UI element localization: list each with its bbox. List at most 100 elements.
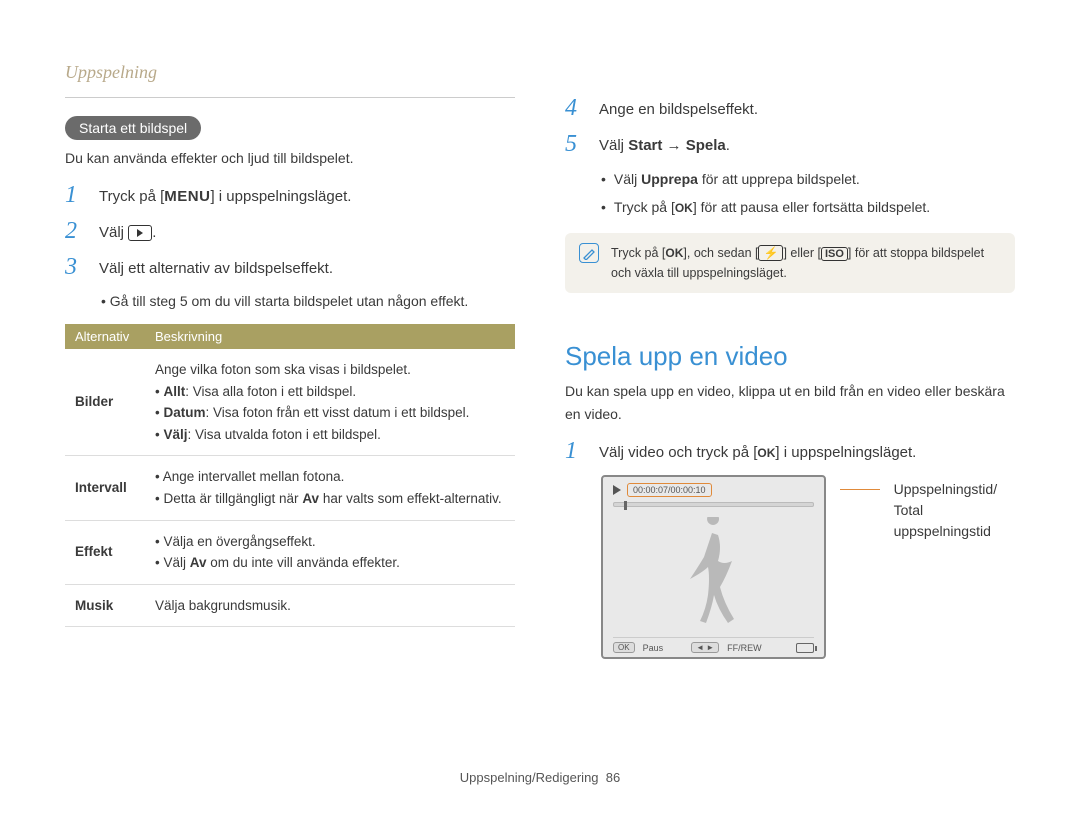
step-1: 1 Tryck på [MENU] i uppspelningsläget. — [65, 183, 515, 209]
page-footer: Uppspelning/Redigering 86 — [0, 770, 1080, 785]
text: : Visa utvalda foton i ett bildspel. — [188, 427, 381, 442]
text: Välj — [163, 555, 189, 570]
iso-icon: ISO — [821, 247, 848, 261]
text: ] i uppspelningsläget. — [775, 444, 916, 461]
text: ] i uppspelningsläget. — [210, 188, 351, 205]
text: Välj — [614, 171, 641, 187]
step-number: 1 — [565, 439, 585, 463]
step-text: Välj Start → Spela. — [599, 132, 730, 158]
list-item: Allt: Visa alla foton i ett bildspel. — [155, 381, 505, 403]
table-row: Musik Välja bakgrundsmusik. — [65, 584, 515, 627]
step-5: 5 Välj Start → Spela. — [565, 132, 1015, 158]
opt-name: Effekt — [65, 520, 145, 584]
list-item: Välj: Visa utvalda foton i ett bildspel. — [155, 424, 505, 446]
lcd-screen: 00:00:07/00:00:10 OK Paus ◄ ► FF/REW — [601, 475, 826, 659]
callout-line — [840, 489, 880, 659]
bold: Av — [190, 555, 207, 570]
paus-label: Paus — [643, 643, 664, 653]
text: . — [726, 137, 730, 154]
opt-desc: Ange vilka foton som ska visas i bildspe… — [145, 349, 515, 456]
text: : Visa foton från ett visst datum i ett … — [206, 405, 470, 420]
battery-icon — [796, 643, 814, 653]
play-mode-icon — [128, 225, 152, 241]
subheading-pill: Starta ett bildspel — [65, 116, 201, 140]
section-header: Uppspelning — [65, 62, 515, 83]
play-icon — [613, 485, 621, 495]
sub-bullet: Gå till steg 5 om du vill starta bildspe… — [101, 291, 515, 312]
opt-desc: Välja bakgrundsmusik. — [145, 584, 515, 627]
list-item: Välj Upprepa för att upprepa bildspelet. — [601, 168, 1015, 190]
bold: Datum — [163, 405, 205, 420]
text: Välj — [599, 137, 628, 154]
progress-bar — [613, 502, 814, 507]
bold: Spela — [686, 137, 726, 154]
bold: Välj — [163, 427, 187, 442]
steps-list: 4 Ange en bildspelseffekt. 5 Välj Start … — [565, 96, 1015, 293]
list-item: Tryck på [OK] för att pausa eller fortsä… — [601, 196, 1015, 218]
ffrew-label: FF/REW — [727, 643, 762, 653]
text: Tryck på [ — [99, 188, 164, 205]
th-beskrivning: Beskrivning — [145, 324, 515, 349]
opt-name: Intervall — [65, 456, 145, 520]
step-text: Tryck på [MENU] i uppspelningsläget. — [99, 183, 351, 209]
flash-icon: ⚡ — [758, 245, 783, 261]
bold: Start — [628, 137, 662, 154]
list-item: Datum: Visa foton från ett visst datum i… — [155, 402, 505, 424]
note-text: Tryck på [OK], och sedan [⚡] eller [ISO]… — [611, 243, 1001, 284]
bold: Upprepa — [641, 171, 698, 187]
lcd-content — [613, 507, 814, 637]
page-number: 86 — [606, 770, 620, 785]
ok-icon: OK — [675, 201, 693, 215]
opt-name: Bilder — [65, 349, 145, 456]
list-item: Välj Av om du inte vill använda effekter… — [155, 552, 505, 574]
table-row: Intervall Ange intervallet mellan fotona… — [65, 456, 515, 520]
step-number: 5 — [565, 132, 585, 156]
section-desc: Du kan spela upp en video, klippa ut en … — [565, 380, 1015, 425]
ok-chip: OK — [613, 642, 635, 653]
intro-text: Du kan använda effekter och ljud till bi… — [65, 148, 515, 169]
list-item: Ange intervallet mellan fotona. — [155, 466, 505, 488]
list-item: Välja en övergångseffekt. — [155, 531, 505, 553]
divider — [65, 97, 515, 98]
step-3: 3 Välj ett alternativ av bildspelseffekt… — [65, 255, 515, 281]
lcd-bottombar: OK Paus ◄ ► FF/REW — [613, 637, 814, 653]
text: har valts som effekt-alternativ. — [319, 491, 502, 506]
spacer — [565, 62, 1015, 95]
arrows-chip: ◄ ► — [691, 642, 719, 653]
right-column: 4 Ange en bildspelseffekt. 5 Välj Start … — [565, 62, 1015, 659]
step-4: 4 Ange en bildspelseffekt. — [565, 96, 1015, 122]
opt-desc: Ange intervallet mellan fotona. Detta är… — [145, 456, 515, 520]
text: Välj — [99, 224, 128, 241]
opt-name: Musik — [65, 584, 145, 627]
bold: Av — [302, 491, 319, 506]
text: Välj video och tryck på [ — [599, 444, 757, 461]
th-alternativ: Alternativ — [65, 324, 145, 349]
pencil-icon — [582, 246, 596, 260]
step-number: 4 — [565, 96, 585, 120]
steps-list: 1 Tryck på [MENU] i uppspelningsläget. 2… — [65, 183, 515, 312]
text: ] för att pausa eller fortsätta bildspel… — [693, 199, 930, 215]
callout-text: Uppspelningstid/ Total uppspelningstid — [894, 479, 1015, 659]
note-box: Tryck på [OK], och sedan [⚡] eller [ISO]… — [565, 233, 1015, 294]
lcd-topbar: 00:00:07/00:00:10 — [613, 483, 814, 497]
text: : Visa alla foton i ett bildspel. — [185, 384, 356, 399]
step-text: Välj ett alternativ av bildspelseffekt. — [99, 255, 333, 281]
text: Tryck på [ — [614, 199, 675, 215]
arrow: → — [662, 137, 685, 154]
text: om du inte vill använda effekter. — [207, 555, 400, 570]
left-column: Uppspelning Starta ett bildspel Du kan a… — [65, 62, 515, 659]
video-step-1: 1 Välj video och tryck på [OK] i uppspel… — [565, 439, 1015, 465]
sub-list: Välj Upprepa för att upprepa bildspelet.… — [601, 168, 1015, 219]
options-table: Alternativ Beskrivning Bilder Ange vilka… — [65, 324, 515, 627]
text: ], och sedan [ — [683, 246, 758, 260]
text: Ange vilka foton som ska visas i bildspe… — [155, 359, 505, 381]
time-readout: 00:00:07/00:00:10 — [627, 483, 712, 497]
text: för att upprepa bildspelet. — [698, 171, 860, 187]
table-row: Bilder Ange vilka foton som ska visas i … — [65, 349, 515, 456]
list-item: Detta är tillgängligt när Av har valts s… — [155, 488, 505, 510]
step-text: Ange en bildspelseffekt. — [599, 96, 758, 122]
ok-icon: OK — [757, 446, 775, 460]
step-text: Välj . — [99, 219, 156, 245]
step-number: 3 — [65, 255, 85, 279]
step-text: Välj video och tryck på [OK] i uppspelni… — [599, 439, 916, 465]
